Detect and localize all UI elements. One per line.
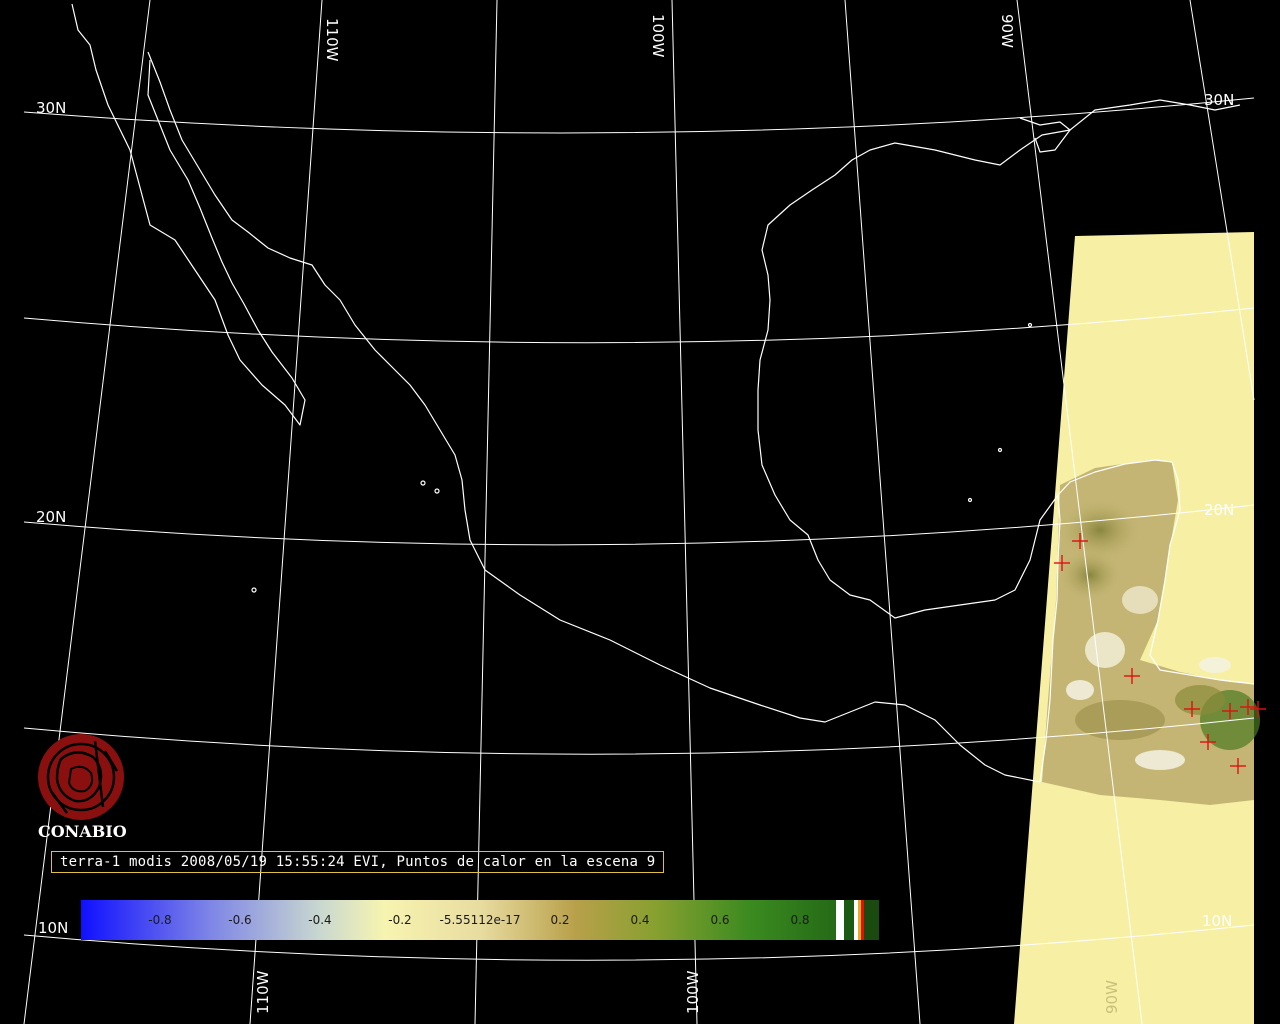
lon-label-100w-bottom: 100W	[684, 970, 702, 1014]
legend-tick-label: 0.6	[710, 913, 729, 927]
legend-tick-label: -5.55112e-17	[440, 913, 521, 927]
lon-label-110w-bottom: 110W	[254, 970, 272, 1014]
conabio-emblem-icon	[38, 734, 124, 820]
lon-label-100w-top: 100W	[649, 14, 667, 58]
lat-label-10n-left: 10N	[38, 919, 68, 937]
legend-tick-label: 0.8	[790, 913, 809, 927]
lon-label-90w-bottom: 90W	[1103, 980, 1121, 1014]
lat-label-20n-left: 20N	[36, 508, 66, 526]
evi-color-legend: -0.8 -0.6 -0.4 -0.2 -5.55112e-17 0.2 0.4 0.6 0.8	[81, 900, 879, 940]
legend-tick-label: -0.8	[148, 913, 171, 927]
conabio-logo-text: CONABIO	[38, 822, 127, 841]
legend-tick-label: -0.4	[308, 913, 331, 927]
lon-label-110w-top: 110W	[323, 18, 341, 62]
legend-tick-label: -0.2	[388, 913, 411, 927]
lat-label-10n-right: 10N	[1202, 912, 1232, 930]
lat-label-20n-right: 20N	[1204, 501, 1234, 519]
lat-label-30n-left: 30N	[36, 99, 66, 117]
scene-caption: terra-1 modis 2008/05/19 15:55:24 EVI, P…	[51, 851, 665, 873]
lat-label-30n-right: 30N	[1204, 91, 1234, 109]
lon-label-90w-top: 90W	[998, 14, 1016, 48]
legend-tick-label: 0.4	[630, 913, 649, 927]
legend-tick-label: 0.2	[550, 913, 569, 927]
legend-tick-label: -0.6	[228, 913, 251, 927]
